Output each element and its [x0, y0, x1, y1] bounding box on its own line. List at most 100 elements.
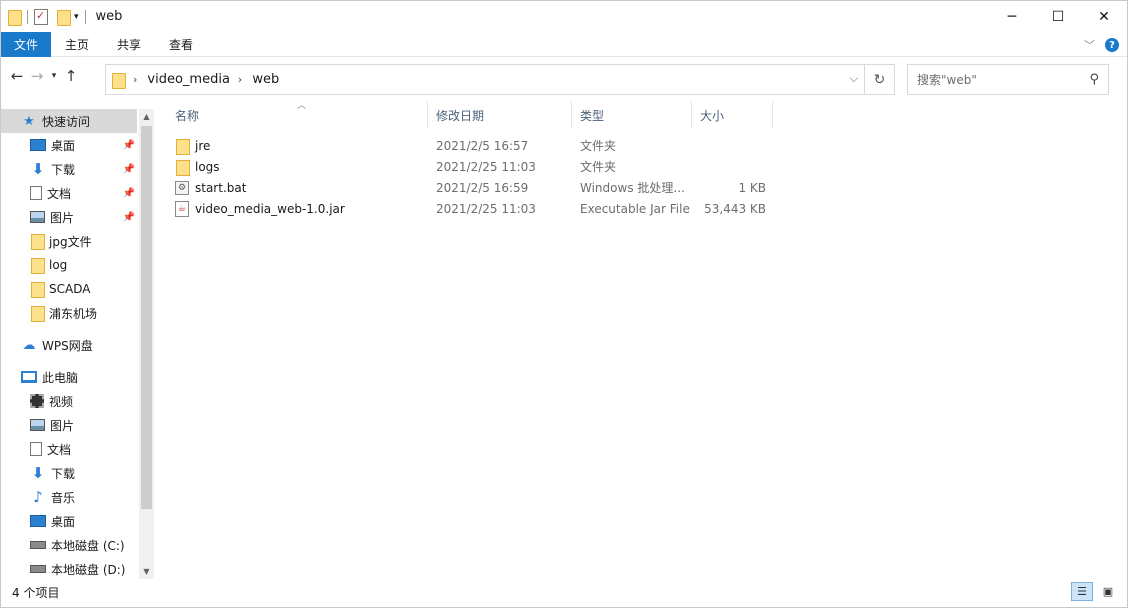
sidebar-item-pc-downloads[interactable]: ⬇ 下载 [1, 461, 137, 485]
scrollbar-thumb[interactable] [141, 126, 152, 509]
sidebar-item-pictures[interactable]: 图片 📌 [1, 205, 137, 229]
scroll-up-icon[interactable]: ▲ [139, 109, 154, 124]
toolbar-divider [27, 9, 28, 24]
recent-locations-icon[interactable]: ▾ [47, 71, 61, 81]
file-name: logs [195, 159, 220, 174]
file-size: 1 KB [738, 180, 766, 195]
sidebar-item-label: WPS网盘 [42, 338, 93, 353]
column-header-date[interactable]: 修改日期 [428, 101, 572, 129]
sidebar-item-scada[interactable]: SCADA [1, 277, 137, 301]
tab-view[interactable]: 查看 [155, 32, 207, 57]
sidebar-item-log[interactable]: log [1, 253, 137, 277]
sidebar-item-pudong-airport[interactable]: 浦东机场 [1, 301, 137, 325]
help-icon[interactable]: ? [1105, 38, 1119, 52]
folder-icon[interactable] [7, 9, 22, 26]
sidebar-item-drive-d[interactable]: 本地磁盘 (D:) [1, 557, 137, 579]
up-arrow-icon[interactable]: ↑ [61, 67, 81, 85]
drive-icon [30, 565, 46, 573]
search-placeholder: 搜索"web" [917, 73, 977, 87]
toolbar-divider [84, 9, 86, 24]
chevron-down-icon[interactable]: ▾ [74, 12, 79, 22]
sidebar-item-pc-documents[interactable]: 文档 [1, 437, 137, 461]
column-header-size[interactable]: 大小 [692, 101, 773, 129]
file-row-jar[interactable]: ☕ video_media_web-1.0.jar 2021/2/25 11:0… [167, 198, 1127, 219]
sidebar-scrollbar[interactable]: ▲ ▼ [139, 109, 154, 579]
column-header-name[interactable]: 名称 [167, 101, 428, 129]
sidebar-item-wps-cloud[interactable]: ☁ WPS网盘 [1, 333, 137, 357]
sidebar-item-label: 此电脑 [42, 370, 79, 385]
properties-icon[interactable] [34, 8, 48, 25]
back-arrow-icon[interactable]: ← [7, 67, 27, 85]
large-icons-view-icon[interactable]: ▣ [1097, 582, 1119, 601]
breadcrumb-video-media[interactable]: video_media [147, 72, 230, 87]
chevron-right-icon[interactable]: › [133, 73, 137, 86]
sidebar-item-music[interactable]: ♪ 音乐 [1, 485, 137, 509]
download-icon: ⬇ [31, 160, 45, 178]
file-date: 2021/2/5 16:59 [436, 180, 529, 195]
window-title: web [95, 9, 123, 24]
sidebar-item-label: 下载 [51, 162, 76, 177]
tab-share[interactable]: 共享 [103, 32, 155, 57]
pin-icon[interactable]: 📌 [123, 188, 135, 199]
breadcrumb-web[interactable]: web [252, 72, 279, 87]
sidebar-item-this-pc[interactable]: 此电脑 [1, 365, 137, 389]
pin-icon[interactable]: 📌 [123, 164, 135, 175]
maximize-button[interactable]: ☐ [1035, 1, 1081, 32]
sidebar-item-jpg-folder[interactable]: jpg文件 [1, 229, 137, 253]
scroll-down-icon[interactable]: ▼ [139, 564, 154, 579]
search-input[interactable]: 搜索"web" ⚲ [907, 64, 1109, 95]
column-header-type[interactable]: 类型 [572, 101, 692, 129]
sidebar-item-pc-pictures[interactable]: 图片 [1, 413, 137, 437]
details-view-icon[interactable]: ☰ [1071, 582, 1093, 601]
tab-file[interactable]: 文件 [1, 31, 52, 57]
sidebar-item-label: 音乐 [51, 490, 76, 505]
file-date: 2021/2/25 11:03 [436, 159, 536, 174]
tab-home[interactable]: 主页 [51, 32, 103, 57]
nav-buttons: ← → ▾ ↑ [7, 67, 81, 85]
desktop-icon [30, 515, 46, 527]
pin-icon[interactable]: 📌 [123, 140, 135, 151]
video-icon [30, 394, 44, 408]
sidebar-item-quick-access[interactable]: ★ 快速访问 [1, 109, 137, 133]
sidebar-item-drive-c[interactable]: 本地磁盘 (C:) [1, 533, 137, 557]
folder-icon [175, 138, 190, 155]
file-row-logs[interactable]: logs 2021/2/25 11:03 文件夹 [167, 156, 1127, 177]
sidebar-item-label: 桌面 [51, 514, 76, 529]
column-headers: ︿ 名称 修改日期 类型 大小 [167, 101, 1127, 129]
sidebar-item-label: 图片 [50, 210, 75, 225]
chevron-down-icon[interactable]: ⌵ [850, 72, 858, 86]
folder-icon [30, 305, 45, 322]
file-row-start-bat[interactable]: ⚙ start.bat 2021/2/5 16:59 Windows 批处理..… [167, 177, 1127, 198]
sidebar-item-label: 桌面 [51, 138, 76, 153]
address-bar[interactable]: › video_media › web ⌵ ↻ [105, 64, 895, 95]
ribbon-right-controls: ﹀ ? [1084, 37, 1119, 53]
search-icon[interactable]: ⚲ [1089, 72, 1099, 87]
status-bar: 4 个项目 ☰ ▣ [1, 581, 1127, 603]
pin-icon[interactable]: 📌 [123, 212, 135, 223]
chevron-right-icon[interactable]: › [238, 73, 242, 86]
title-bar: ▾ web ─ ☐ ✕ [1, 1, 1127, 32]
sidebar-item-downloads[interactable]: ⬇ 下载 📌 [1, 157, 137, 181]
close-button[interactable]: ✕ [1081, 1, 1127, 32]
sidebar-item-label: SCADA [49, 282, 91, 296]
sidebar-item-documents[interactable]: 文档 📌 [1, 181, 137, 205]
cloud-icon: ☁ [22, 337, 36, 353]
forward-arrow-icon[interactable]: → [27, 67, 47, 85]
pictures-icon [30, 419, 45, 431]
refresh-button[interactable]: ↻ [864, 65, 894, 94]
jar-file-icon: ☕ [175, 200, 189, 217]
sidebar-item-label: 下载 [51, 466, 76, 481]
sidebar-item-desktop[interactable]: 桌面 📌 [1, 133, 137, 157]
file-type: 文件夹 [580, 160, 617, 174]
file-date: 2021/2/5 16:57 [436, 138, 529, 153]
minimize-button[interactable]: ─ [989, 1, 1035, 32]
expand-ribbon-icon[interactable]: ﹀ [1084, 37, 1095, 53]
star-icon: ★ [23, 113, 35, 129]
file-size [697, 156, 766, 177]
new-folder-icon[interactable] [56, 9, 71, 26]
sidebar-item-videos[interactable]: 视频 [1, 389, 137, 413]
file-row-jre[interactable]: jre 2021/2/5 16:57 文件夹 [167, 135, 1127, 156]
sidebar-item-pc-desktop[interactable]: 桌面 [1, 509, 137, 533]
drive-icon [30, 541, 46, 549]
batch-file-icon: ⚙ [175, 180, 189, 195]
